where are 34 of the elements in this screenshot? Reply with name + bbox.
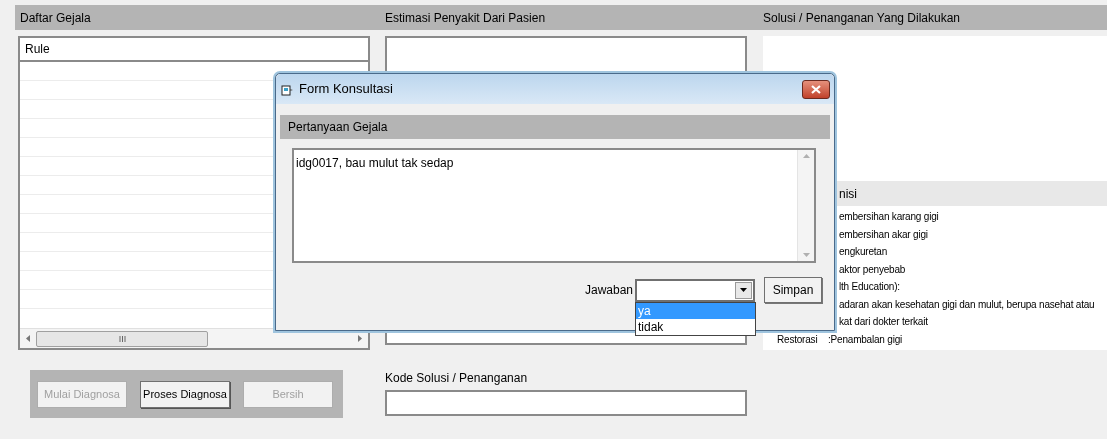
dropdown-button[interactable] xyxy=(735,281,752,299)
left-arrow-icon[interactable] xyxy=(26,335,30,342)
solution-line: aktor penyebab xyxy=(839,262,906,277)
field-label: Kode Solusi / Penanganan xyxy=(385,370,529,385)
section-header: Pertanyaan Gejala xyxy=(280,115,830,139)
solution-line: engkuretan xyxy=(839,245,888,260)
right-arrow-icon[interactable] xyxy=(358,335,362,342)
vertical-scrollbar[interactable] xyxy=(797,150,814,261)
panel-title: Solusi / Penanganan Yang Dilakukan xyxy=(763,9,961,27)
panel-title: Daftar Gejala xyxy=(19,9,92,27)
question-text-area[interactable]: idg0017, bau mulut tak sedap xyxy=(292,148,816,263)
solution-line: lth Education): xyxy=(839,280,900,295)
action-button[interactable]: Proses Diagnosa xyxy=(140,380,230,408)
panel-title: Estimasi Penyakit Dari Pasien xyxy=(385,9,547,27)
solution-term: Restorasi xyxy=(777,333,818,345)
horizontal-scrollbar[interactable] xyxy=(20,328,368,348)
solution-line: kat dari dokter terkait xyxy=(839,315,928,330)
grip-icon xyxy=(118,335,126,342)
caret-icon xyxy=(740,288,747,292)
window-icon xyxy=(281,82,294,96)
close-button[interactable] xyxy=(802,79,830,99)
solution-code-field[interactable] xyxy=(385,390,747,416)
scroll-thumb[interactable] xyxy=(36,330,208,347)
solution-line: embersihan karang gigi xyxy=(839,210,939,225)
save-button[interactable]: Simpan xyxy=(764,277,822,303)
section-title: nisi xyxy=(839,185,857,203)
field-label: Jawaban xyxy=(585,282,635,299)
solution-line: adaran akan kesehatan gigi dan mulut, berupa nasehat atau xyxy=(839,297,1095,312)
close-icon xyxy=(811,84,821,94)
down-arrow-icon[interactable] xyxy=(802,253,810,257)
solution-line: embersihan akar gigi xyxy=(839,227,928,242)
solution-line: :Penambalan gigi xyxy=(828,332,903,347)
answer-dropdown[interactable] xyxy=(635,278,755,302)
up-arrow-icon[interactable] xyxy=(802,154,810,158)
